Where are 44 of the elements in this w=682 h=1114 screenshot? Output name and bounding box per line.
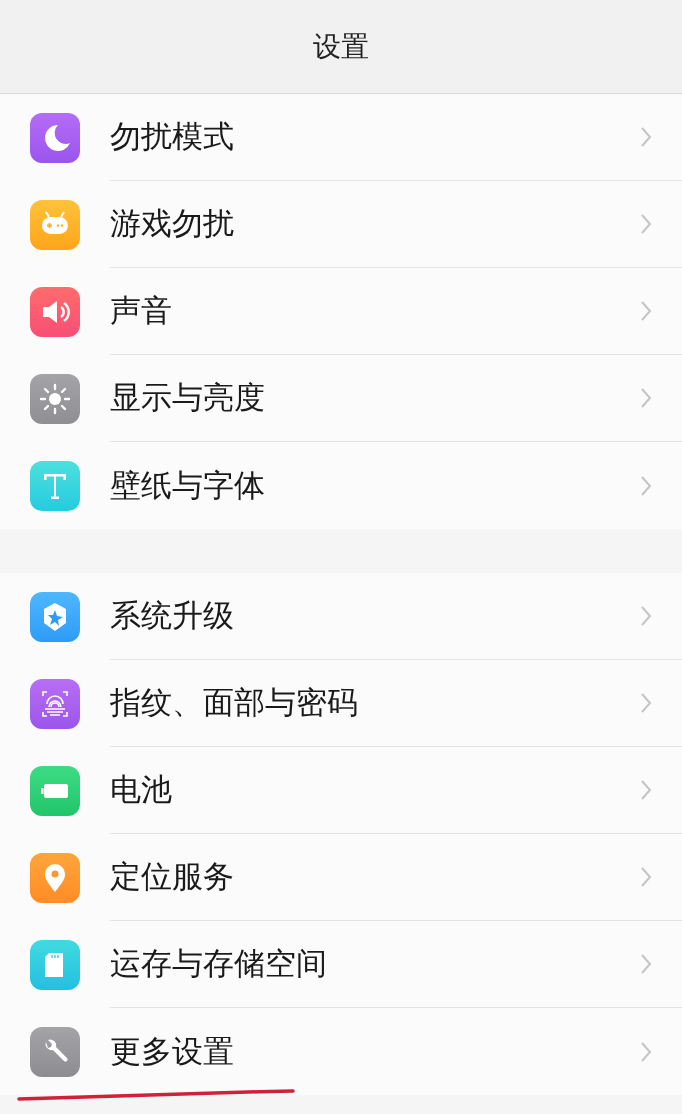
item-label: 壁纸与字体 (110, 465, 265, 505)
battery-icon (30, 765, 80, 816)
speaker-icon (30, 286, 80, 337)
wrench-icon (30, 1026, 80, 1077)
item-label: 游戏勿扰 (110, 204, 234, 243)
page-title: 设置 (313, 28, 369, 65)
letter-t-icon (30, 460, 80, 511)
item-label: 勿扰模式 (110, 117, 234, 156)
item-label: 声音 (110, 291, 172, 330)
chevron-icon (640, 126, 652, 148)
moon-icon (30, 112, 80, 163)
chevron-icon (640, 300, 652, 322)
chevron-icon (640, 692, 652, 714)
fingerprint-icon (30, 678, 80, 729)
chevron-icon (640, 1040, 652, 1063)
settings-item[interactable]: 壁纸与字体 (0, 442, 682, 529)
settings-item[interactable]: 电池 (0, 747, 682, 834)
gamepad-icon (30, 199, 80, 250)
settings-item[interactable]: 更多设置 (0, 1008, 682, 1095)
item-label: 系统升级 (110, 596, 234, 635)
settings-item[interactable]: 显示与亮度 (0, 355, 682, 442)
sun-icon (30, 373, 80, 424)
settings-item[interactable]: 勿扰模式 (0, 94, 682, 181)
item-label: 定位服务 (110, 857, 234, 896)
chevron-icon (640, 605, 652, 627)
chevron-icon (640, 953, 652, 975)
settings-item[interactable]: 系统升级 (0, 573, 682, 660)
sd-card-icon (30, 939, 80, 990)
settings-item[interactable]: 游戏勿扰 (0, 181, 682, 268)
settings-item[interactable]: 声音 (0, 268, 682, 355)
settings-item[interactable]: 定位服务 (0, 834, 682, 921)
location-pin-icon (30, 852, 80, 903)
item-label: 运存与存储空间 (110, 944, 327, 983)
item-label: 显示与亮度 (110, 378, 265, 417)
chevron-icon (640, 474, 652, 497)
item-label: 电池 (110, 770, 172, 809)
settings-item[interactable]: 运存与存储空间 (0, 921, 682, 1008)
chevron-icon (640, 866, 652, 888)
chevron-icon (640, 779, 652, 801)
chevron-icon (640, 213, 652, 235)
item-label: 更多设置 (110, 1031, 234, 1071)
chevron-icon (640, 387, 652, 409)
item-label: 指纹、面部与密码 (110, 683, 358, 722)
settings-item[interactable]: 指纹、面部与密码 (0, 660, 682, 747)
